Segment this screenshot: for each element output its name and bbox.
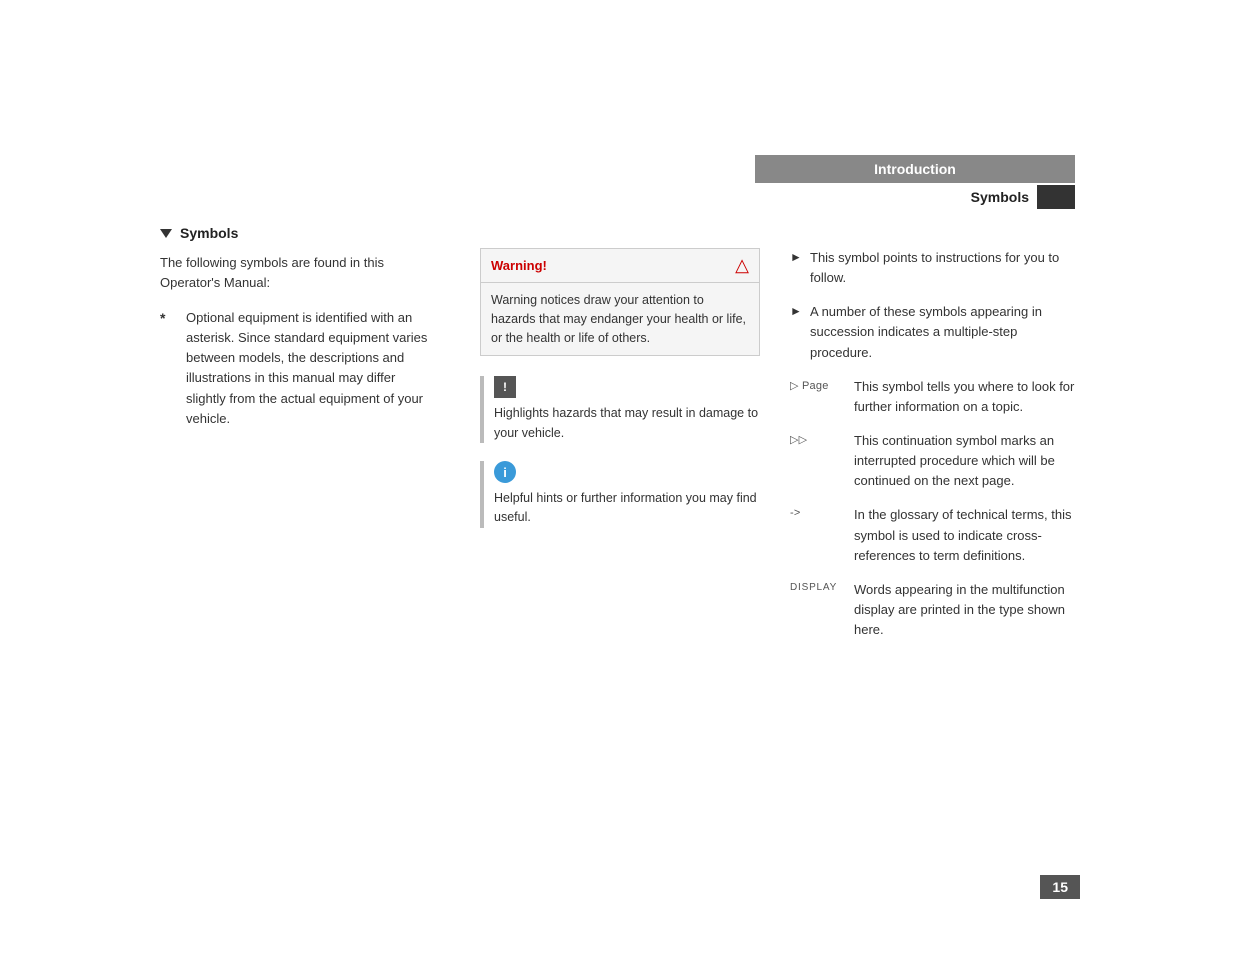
info-text: Helpful hints or further information you…	[494, 491, 757, 524]
info-left-bar	[480, 461, 484, 528]
asterisk-symbol: *	[160, 310, 170, 326]
continuation-label: ▷▷	[790, 433, 848, 446]
symbols-heading: Symbols	[160, 225, 430, 241]
warning-triangle-icon: △	[735, 255, 749, 276]
optional-equipment-text: Optional equipment is identified with an…	[186, 308, 430, 429]
caution-note: ! Highlights hazards that may result in …	[480, 376, 760, 443]
left-column: Symbols The following symbols are found …	[160, 225, 430, 439]
right-column: ► This symbol points to instructions for…	[790, 248, 1080, 654]
header-symbols-row: Symbols	[755, 185, 1075, 209]
glossary-label: ->	[790, 507, 848, 519]
symbols-title: Symbols	[180, 225, 238, 241]
display-item: DISPLAY Words appearing in the multifunc…	[790, 580, 1080, 640]
right-item-1: ► This symbol points to instructions for…	[790, 248, 1080, 288]
caution-icon: !	[494, 376, 516, 398]
arrow-icon-2: ►	[790, 304, 802, 318]
header-symbols-block	[1037, 185, 1075, 209]
header-intro-label: Introduction	[755, 155, 1075, 183]
caution-content: ! Highlights hazards that may result in …	[494, 376, 760, 443]
page-label: ▷ Page	[790, 379, 848, 392]
right-item-2-text: A number of these symbols appearing in s…	[810, 302, 1080, 362]
warning-box: Warning! △ Warning notices draw your att…	[480, 248, 760, 356]
warning-body-text: Warning notices draw your attention to h…	[481, 283, 759, 355]
warning-label: Warning!	[491, 258, 547, 273]
info-note: i Helpful hints or further information y…	[480, 461, 760, 528]
info-icon: i	[494, 461, 516, 483]
right-item-2: ► A number of these symbols appearing in…	[790, 302, 1080, 362]
symbols-intro: The following symbols are found in this …	[160, 253, 430, 292]
arrow-icon-1: ►	[790, 250, 802, 264]
page-item: ▷ Page This symbol tells you where to lo…	[790, 377, 1080, 417]
right-item-1-text: This symbol points to instructions for y…	[810, 248, 1080, 288]
continuation-desc: This continuation symbol marks an interr…	[854, 431, 1080, 491]
triangle-icon	[160, 229, 172, 238]
display-desc: Words appearing in the multifunction dis…	[854, 580, 1080, 640]
info-content: i Helpful hints or further information y…	[494, 461, 760, 528]
warning-header: Warning! △	[481, 249, 759, 283]
middle-column: Warning! △ Warning notices draw your att…	[480, 248, 760, 546]
glossary-item: -> In the glossary of technical terms, t…	[790, 505, 1080, 565]
header-section: Introduction Symbols	[755, 155, 1075, 209]
caution-left-bar	[480, 376, 484, 443]
page-desc: This symbol tells you where to look for …	[854, 377, 1080, 417]
glossary-desc: In the glossary of technical terms, this…	[854, 505, 1080, 565]
display-label: DISPLAY	[790, 582, 848, 593]
header-symbols-text: Symbols	[971, 189, 1029, 205]
caution-text: Highlights hazards that may result in da…	[494, 406, 758, 439]
optional-equipment-item: * Optional equipment is identified with …	[160, 308, 430, 429]
page-number: 15	[1040, 875, 1080, 899]
continuation-item: ▷▷ This continuation symbol marks an int…	[790, 431, 1080, 491]
